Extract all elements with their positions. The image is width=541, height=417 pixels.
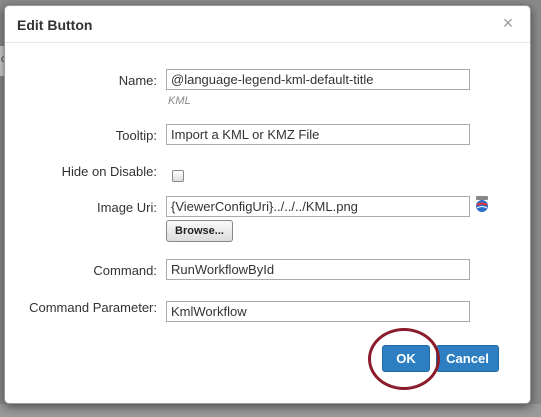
command-label: Command:	[93, 263, 157, 278]
close-icon[interactable]: ×	[500, 14, 516, 32]
command-input[interactable]: RunWorkflowById	[166, 259, 470, 280]
command-parameter-input[interactable]: KmlWorkflow	[166, 301, 470, 322]
name-input[interactable]: @language-legend-kml-default-title	[166, 69, 470, 90]
image-uri-label: Image Uri:	[97, 200, 157, 215]
globe-icon[interactable]	[474, 196, 490, 212]
ok-button[interactable]: OK	[382, 345, 430, 372]
cancel-button[interactable]: Cancel	[436, 345, 499, 372]
dialog-title: Edit Button	[17, 17, 93, 33]
name-hint: KML	[168, 95, 191, 107]
dialog-header: Edit Button ×	[5, 6, 530, 43]
image-uri-input[interactable]: {ViewerConfigUri}../../../KML.png	[166, 196, 470, 217]
hide-on-disable-label: Hide on Disable:	[61, 164, 157, 179]
hide-on-disable-checkbox[interactable]	[172, 170, 184, 182]
edit-button-dialog: Edit Button × Name: @language-legend-kml…	[4, 5, 531, 404]
tooltip-label: Tooltip:	[115, 128, 157, 143]
tooltip-input[interactable]: Import a KML or KMZ File	[166, 124, 470, 145]
command-parameter-label: Command Parameter:	[29, 300, 157, 315]
name-label: Name:	[118, 73, 157, 88]
background-bottom-strip	[0, 404, 541, 417]
browse-button[interactable]: Browse...	[166, 220, 233, 242]
